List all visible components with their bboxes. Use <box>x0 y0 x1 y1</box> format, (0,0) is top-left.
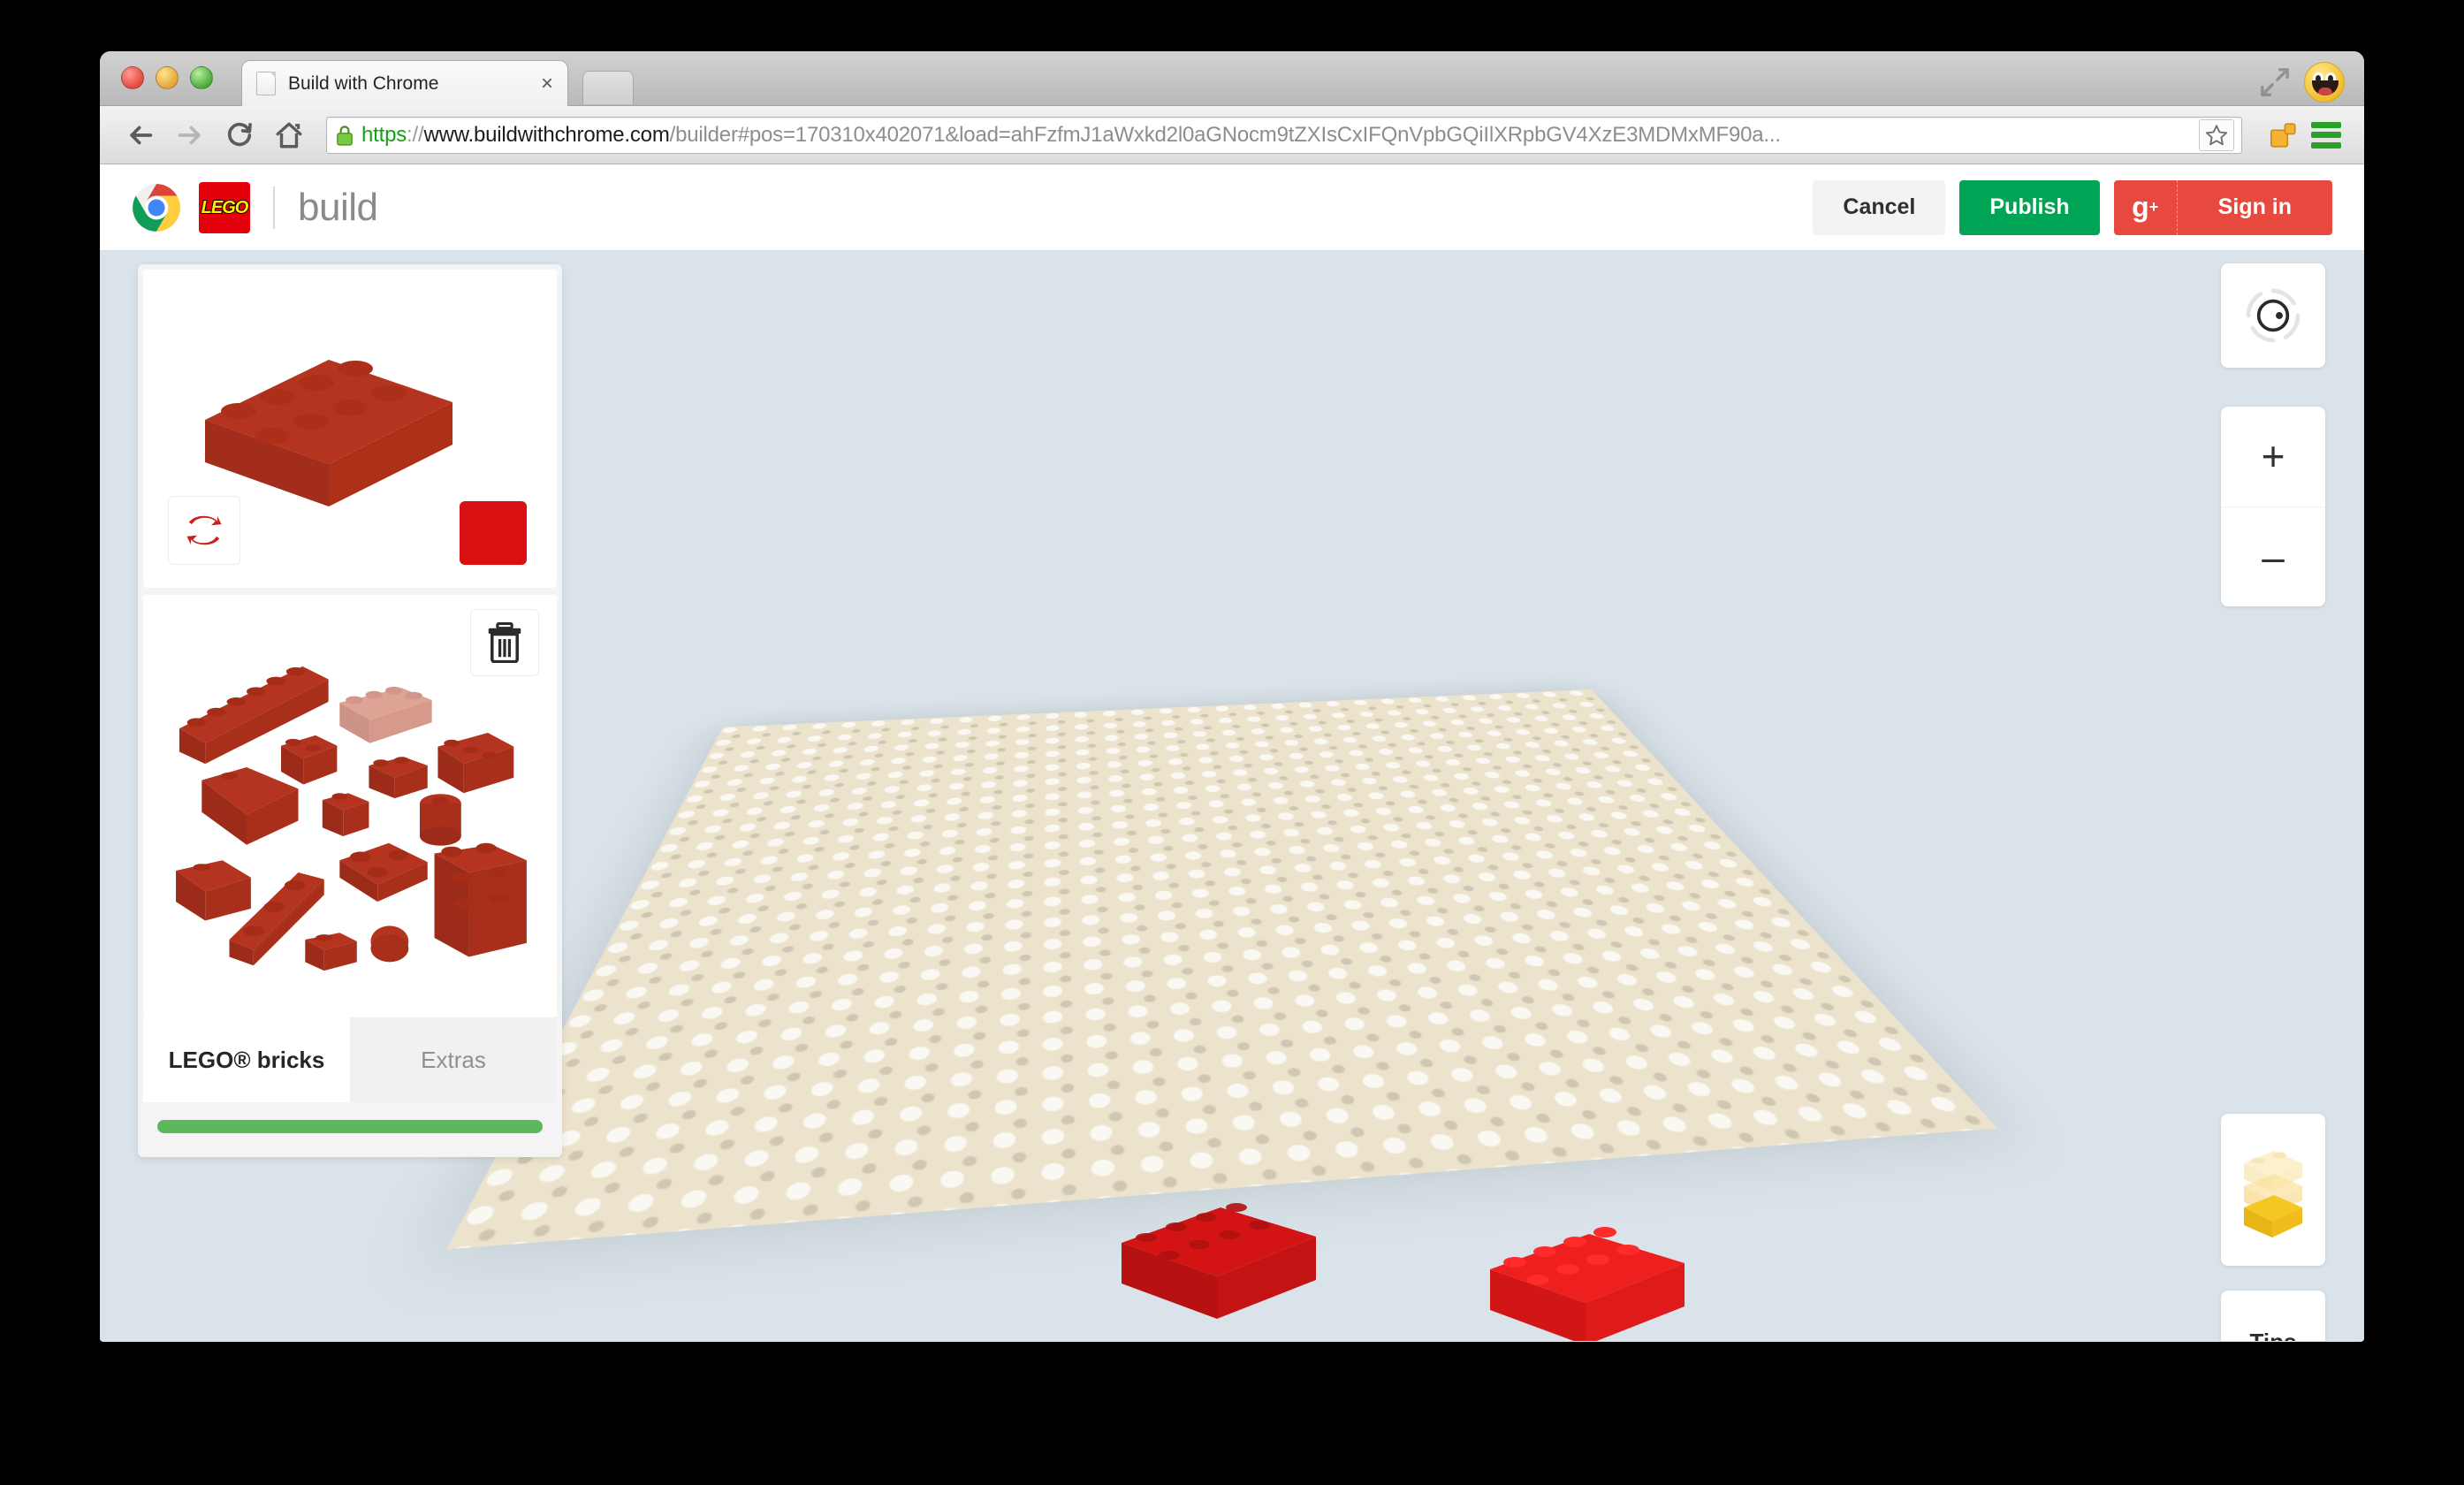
back-arrow-icon <box>130 126 153 144</box>
tab-lego-bricks[interactable]: LEGO® bricks <box>143 1017 350 1102</box>
google-plus-superscript: + <box>2148 198 2159 216</box>
list-item <box>322 793 369 836</box>
list-item <box>369 757 428 799</box>
reload-icon <box>227 122 252 146</box>
google-plus-icon[interactable]: g + <box>2114 179 2178 235</box>
brand-divider <box>273 186 275 229</box>
window-right-controls <box>2260 62 2345 103</box>
url-scheme: https <box>361 122 407 147</box>
red-brick-1[interactable] <box>1114 1188 1318 1321</box>
product-name: build <box>298 185 378 229</box>
back-button[interactable] <box>118 112 164 158</box>
workspace: 0328144 <box>100 251 2364 1341</box>
list-item <box>176 860 251 921</box>
google-plus-letter: g <box>2132 191 2149 223</box>
list-item <box>281 735 338 785</box>
url-separator: :// <box>407 122 424 147</box>
browser-window: Build with Chrome × https://www.buildwit… <box>100 51 2364 1342</box>
reset-view-button[interactable] <box>2221 263 2325 368</box>
brand-lockup: LEGO build <box>132 181 378 233</box>
baseplate-container <box>446 516 1998 1250</box>
window-maximize-button[interactable] <box>190 66 213 89</box>
tab-title: Build with Chrome <box>288 72 439 94</box>
forward-arrow-icon <box>178 126 201 144</box>
trash-button[interactable] <box>470 609 539 676</box>
chrome-logo-icon <box>133 183 180 232</box>
cancel-button[interactable]: Cancel <box>1813 179 1946 235</box>
close-icon[interactable]: × <box>541 72 553 95</box>
lego-logo-icon: LEGO <box>199 181 250 233</box>
window-minimize-button[interactable] <box>156 66 179 89</box>
menu-bar-3 <box>2311 141 2341 148</box>
rotate-brick-icon <box>186 515 222 545</box>
tab-strip: Build with Chrome × <box>100 51 2364 106</box>
list-item <box>437 733 514 794</box>
brick-preview-card <box>143 270 557 588</box>
bookmark-button[interactable] <box>2199 118 2234 151</box>
header-actions: Cancel Publish g + Sign in <box>1813 179 2332 235</box>
menu-bar-2 <box>2311 132 2341 138</box>
desktop-background: Build with Chrome × https://www.buildwit… <box>0 0 2464 1485</box>
address-bar[interactable]: https://www.buildwithchrome.com/builder#… <box>326 116 2242 154</box>
list-item <box>370 925 409 963</box>
zoom-out-button[interactable]: – <box>2221 506 2325 607</box>
publish-button[interactable]: Publish <box>1959 179 2100 235</box>
home-icon <box>276 122 302 148</box>
brick-stack-icon <box>2244 1151 2302 1238</box>
2x4-brick-preview[interactable] <box>196 314 461 508</box>
url-path: /builder#pos=170310x402071&load=ahFzfmJ1… <box>669 122 1781 147</box>
reload-button[interactable] <box>217 112 262 158</box>
profile-avatar[interactable] <box>2304 62 2345 103</box>
brick-stack-button[interactable] <box>2221 1114 2325 1266</box>
app-header: LEGO build Cancel Publish g + Sign in <box>100 164 2364 251</box>
extension-icon[interactable] <box>2269 120 2299 150</box>
page-content: LEGO build Cancel Publish g + Sign in LE… <box>100 164 2364 1341</box>
avatar-mouth <box>2312 80 2339 95</box>
home-button[interactable] <box>266 112 312 158</box>
progress-track <box>157 1119 543 1133</box>
tips-button[interactable]: Tips <box>2221 1291 2325 1341</box>
table-row[interactable] <box>1114 1188 1318 1321</box>
ssl-lock-icon <box>337 125 353 146</box>
list-item <box>434 842 527 957</box>
brick-pieces-card <box>143 595 557 1017</box>
list-item <box>339 842 428 902</box>
zoom-controls: + – <box>2221 407 2325 606</box>
new-tab-button[interactable] <box>582 71 634 104</box>
progress-fill <box>157 1119 543 1133</box>
browser-tab[interactable]: Build with Chrome × <box>241 60 568 106</box>
star-icon <box>2205 124 2228 145</box>
zoom-in-button[interactable]: + <box>2221 407 2325 506</box>
trash-icon <box>488 622 521 663</box>
page-icon <box>256 72 276 95</box>
lego-baseplate[interactable] <box>446 689 1998 1250</box>
forward-button[interactable] <box>167 112 213 158</box>
color-swatch-red[interactable] <box>460 501 527 565</box>
list-item <box>339 686 432 743</box>
camera-reset-view-icon <box>2246 288 2300 343</box>
window-traffic-lights <box>121 66 213 89</box>
red-brick-2[interactable] <box>1483 1215 1686 1341</box>
window-close-button[interactable] <box>121 66 144 89</box>
fullscreen-icon[interactable] <box>2260 67 2290 97</box>
list-item <box>305 933 357 971</box>
browser-toolbar: https://www.buildwithchrome.com/builder#… <box>100 106 2364 164</box>
signin-group: g + Sign in <box>2113 179 2332 235</box>
menu-bar-1 <box>2311 121 2341 128</box>
rotate-brick-button[interactable] <box>168 496 240 565</box>
brick-palette-panel: LEGO® bricks Extras <box>138 264 562 1157</box>
sign-in-button[interactable]: Sign in <box>2178 180 2332 235</box>
tab-extras[interactable]: Extras <box>350 1017 557 1102</box>
url-host: www.buildwithchrome.com <box>423 122 670 147</box>
palette-tabs: LEGO® bricks Extras <box>143 1017 557 1102</box>
list-item <box>202 767 299 845</box>
table-row[interactable] <box>1483 1215 1686 1341</box>
load-progress <box>138 1102 562 1157</box>
hamburger-menu-icon[interactable] <box>2311 121 2341 148</box>
lego-logo-text: LEGO <box>201 197 250 217</box>
url-text: https://www.buildwithchrome.com/builder#… <box>361 123 2194 148</box>
list-item <box>419 794 461 846</box>
